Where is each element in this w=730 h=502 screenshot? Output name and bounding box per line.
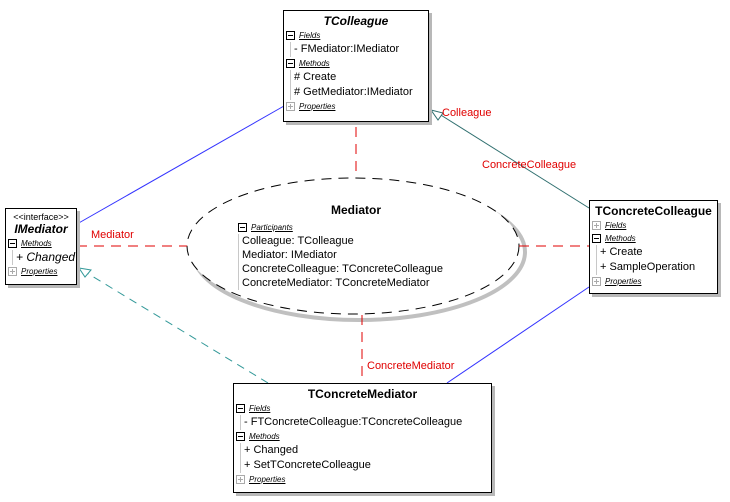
expand-icon[interactable] — [286, 102, 295, 111]
class-title: IMediator — [14, 222, 68, 236]
section-label: Fields — [605, 221, 627, 230]
method-list: # Create # GetMediator:IMediator — [290, 70, 428, 100]
link-label-colleague: Colleague — [442, 107, 492, 119]
collapse-icon[interactable] — [238, 223, 247, 232]
section-label: Properties — [605, 277, 642, 286]
section-fields[interactable]: Fields — [234, 402, 491, 415]
section-label: Fields — [299, 31, 321, 40]
expand-icon[interactable] — [592, 277, 601, 286]
section-fields[interactable]: Fields — [284, 29, 428, 42]
expand-icon[interactable] — [236, 475, 245, 484]
link-label-concrete-mediator: ConcreteMediator — [367, 360, 455, 372]
method-item[interactable]: + SampleOperation — [600, 260, 717, 275]
collapse-icon[interactable] — [286, 31, 295, 40]
expand-icon[interactable] — [8, 267, 17, 276]
stereotype-label: <<interface>> — [13, 212, 69, 222]
section-label: Properties — [249, 475, 286, 484]
class-tcolleague[interactable]: TColleague Fields - FMediator:IMediator … — [283, 10, 429, 122]
field-list: - FTConcreteColleague:TConcreteColleague — [240, 415, 491, 430]
section-label: Methods — [605, 234, 636, 243]
method-item[interactable]: + Changed — [244, 443, 491, 458]
method-item[interactable]: # GetMediator:IMediator — [294, 85, 428, 100]
class-title: TConcreteMediator — [307, 387, 418, 401]
section-participants[interactable]: Participants — [236, 221, 496, 234]
collapse-icon[interactable] — [286, 59, 295, 68]
link-label-mediator: Mediator — [91, 229, 134, 241]
section-properties[interactable]: Properties — [234, 473, 491, 486]
collapse-icon[interactable] — [592, 234, 601, 243]
participant-item[interactable]: Mediator: IMediator — [242, 248, 496, 262]
class-tconcretemediator[interactable]: TConcreteMediator Fields - FTConcreteCol… — [233, 383, 492, 493]
participant-item[interactable]: ConcreteMediator: TConcreteMediator — [242, 276, 496, 290]
method-item[interactable]: + SetTConcreteColleague — [244, 458, 491, 473]
section-methods[interactable]: Methods — [590, 232, 717, 245]
section-label: Properties — [21, 267, 58, 276]
section-label: Properties — [299, 102, 336, 111]
participant-item[interactable]: ConcreteColleague: TConcreteColleague — [242, 262, 496, 276]
section-label: Methods — [21, 239, 52, 248]
method-list: + Create + SampleOperation — [596, 245, 717, 275]
section-label: Participants — [251, 223, 293, 232]
section-label: Methods — [249, 432, 280, 441]
section-label: Fields — [249, 404, 271, 413]
section-methods[interactable]: Methods — [284, 57, 428, 70]
expand-icon[interactable] — [592, 221, 601, 230]
field-item[interactable]: - FTConcreteColleague:TConcreteColleague — [244, 415, 491, 430]
method-item[interactable]: + Changed — [16, 250, 76, 265]
section-properties[interactable]: Properties — [6, 265, 76, 278]
section-methods[interactable]: Methods — [6, 237, 76, 250]
section-label: Methods — [299, 59, 330, 68]
field-item[interactable]: - FMediator:IMediator — [294, 42, 428, 57]
section-properties[interactable]: Properties — [590, 275, 717, 288]
field-list: - FMediator:IMediator — [290, 42, 428, 57]
section-properties[interactable]: Properties — [284, 100, 428, 113]
participant-item[interactable]: Colleague: TColleague — [242, 234, 496, 248]
participant-list: Colleague: TColleague Mediator: IMediato… — [238, 234, 496, 290]
realization-arrowhead-icon — [77, 267, 92, 278]
section-fields[interactable]: Fields — [590, 219, 717, 232]
pattern-mediator: Mediator Participants Colleague: TCollea… — [236, 203, 496, 290]
method-list: + Changed — [12, 250, 76, 265]
collapse-icon[interactable] — [236, 404, 245, 413]
class-tconcretecolleague[interactable]: TConcreteColleague Fields Methods + Crea… — [589, 200, 718, 294]
link-label-concrete-colleague: ConcreteColleague — [482, 159, 577, 171]
collapse-icon[interactable] — [236, 432, 245, 441]
class-title: TConcreteColleague — [595, 204, 712, 218]
method-item[interactable]: + Create — [600, 245, 717, 260]
class-imediator[interactable]: <<interface>> IMediator Methods + Change… — [5, 208, 77, 285]
section-methods[interactable]: Methods — [234, 430, 491, 443]
method-list: + Changed + SetTConcreteColleague — [240, 443, 491, 473]
collapse-icon[interactable] — [8, 239, 17, 248]
class-title: TColleague — [323, 14, 389, 28]
pattern-title: Mediator — [330, 203, 381, 217]
method-item[interactable]: # Create — [294, 70, 428, 85]
